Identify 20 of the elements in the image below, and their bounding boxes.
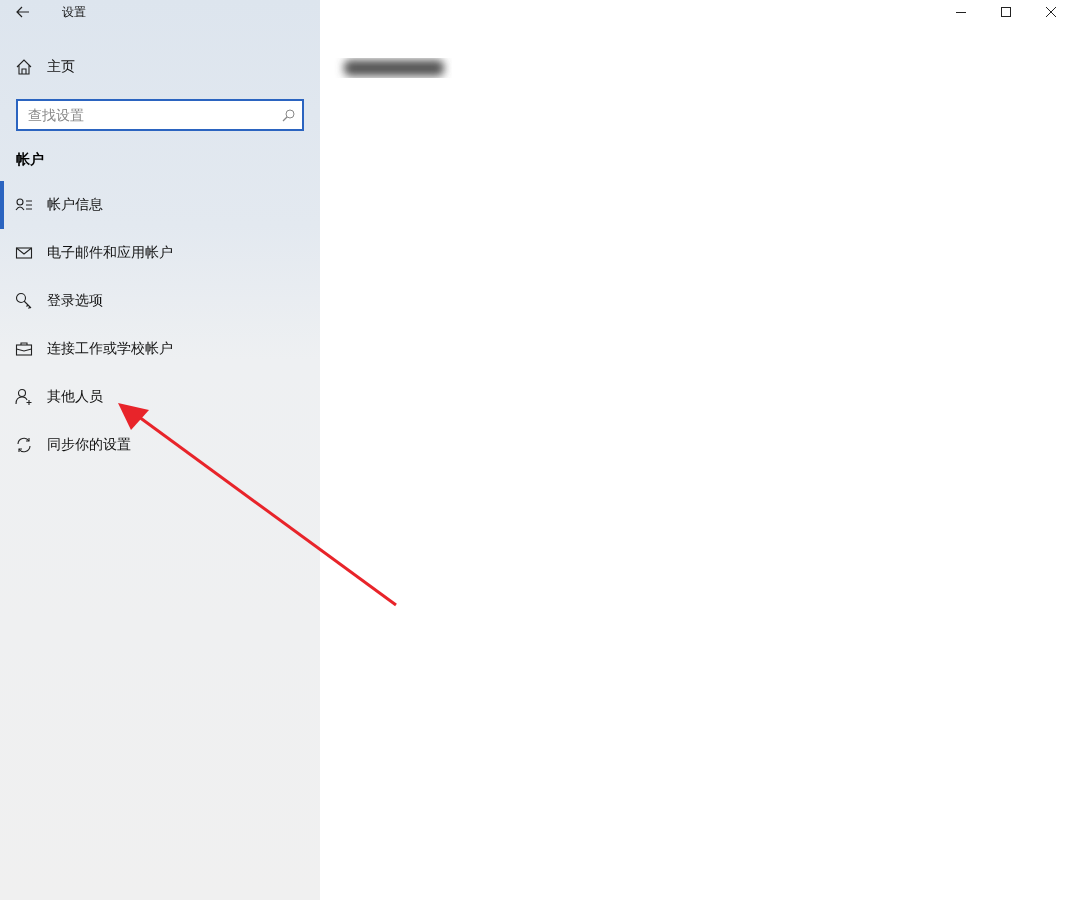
sync-icon (15, 436, 33, 454)
maximize-icon[interactable] (1000, 6, 1012, 18)
home-item[interactable]: 主页 (0, 43, 320, 91)
nav-item[interactable]: 登录选项 (0, 277, 320, 325)
briefcase-icon (15, 340, 33, 358)
nav-item[interactable]: 连接工作或学校帐户 (0, 325, 320, 373)
home-icon (15, 58, 33, 76)
section-heading: 帐户 (15, 151, 45, 169)
window-title: 设置 (62, 3, 86, 21)
mail-icon (15, 244, 33, 262)
nav-item[interactable]: 电子邮件和应用帐户 (0, 229, 320, 277)
key-icon (15, 292, 33, 310)
person-add-icon (15, 388, 33, 406)
back-arrow-icon[interactable] (16, 6, 30, 18)
search-icon (282, 109, 295, 122)
nav-item[interactable]: 其他人员 (0, 373, 320, 421)
nav-item[interactable]: 帐户信息 (0, 181, 320, 229)
search-field[interactable]: 查找设置 (16, 99, 304, 131)
nav-item[interactable]: 同步你的设置 (0, 421, 320, 469)
close-icon[interactable] (1045, 6, 1057, 18)
